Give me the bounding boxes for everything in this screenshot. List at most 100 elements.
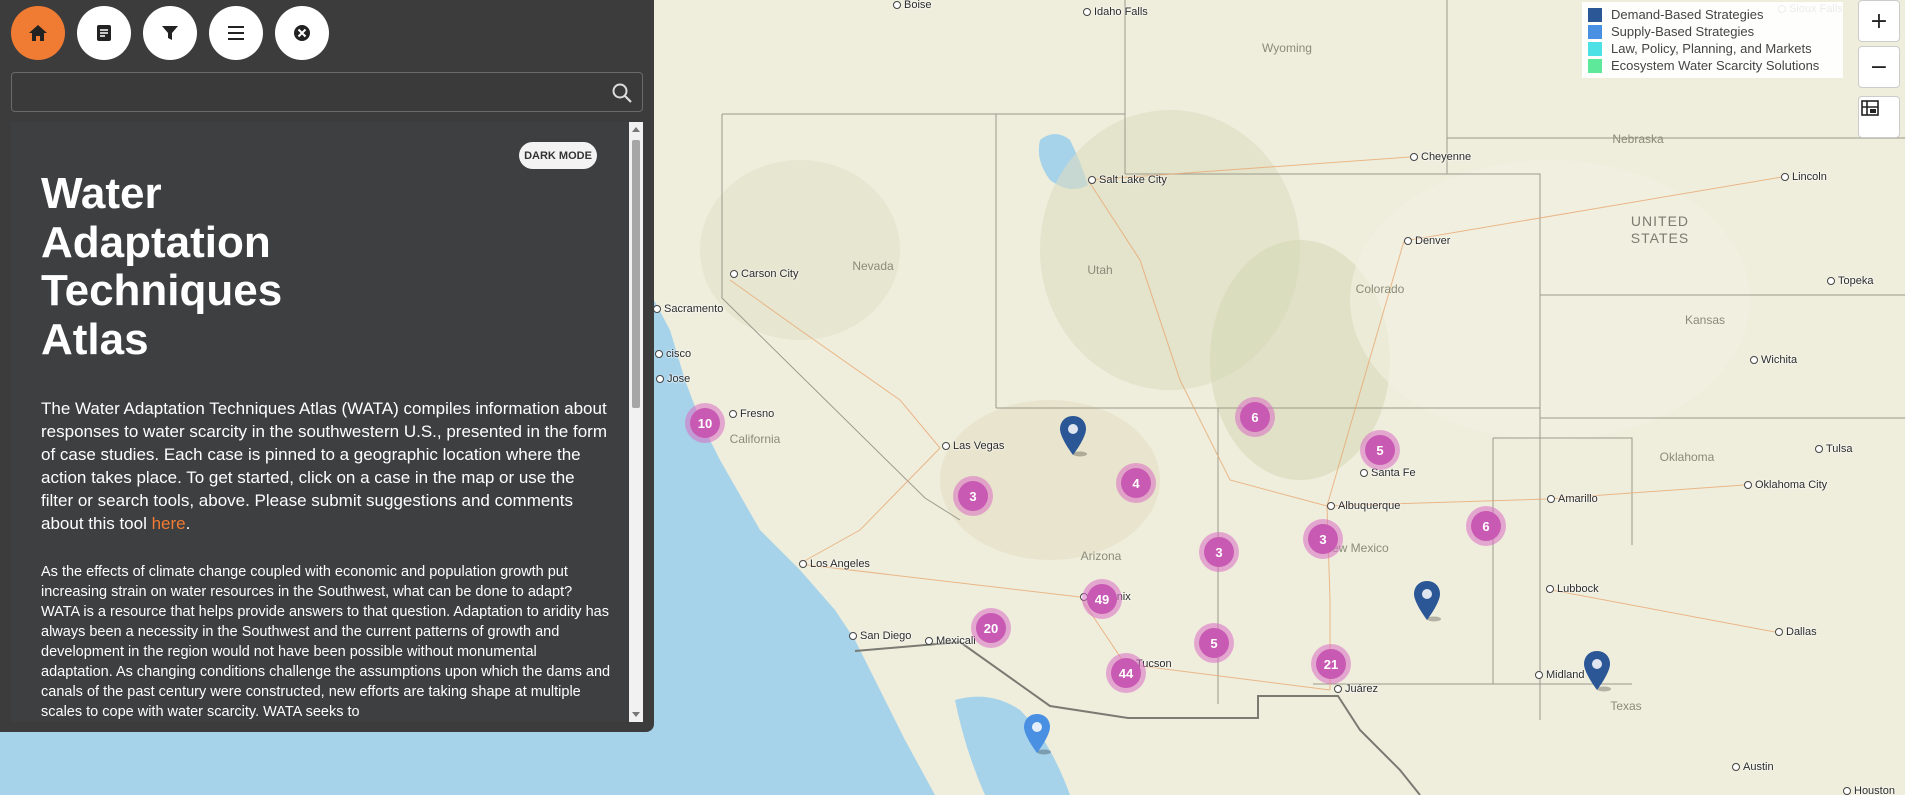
case-cluster[interactable]: 3 bbox=[1204, 537, 1234, 567]
gulf-of-california bbox=[955, 696, 1070, 795]
city-name: Carson City bbox=[741, 268, 799, 280]
city-label: Boise bbox=[893, 0, 932, 11]
city-dot-icon bbox=[942, 442, 950, 451]
case-cluster[interactable]: 5 bbox=[1199, 628, 1229, 658]
legend-swatch bbox=[1588, 41, 1602, 56]
home-button[interactable] bbox=[11, 6, 65, 60]
scroll-up-arrow[interactable] bbox=[632, 127, 640, 132]
city-name: Austin bbox=[1743, 761, 1774, 773]
legend-swatch bbox=[1588, 7, 1602, 22]
basemap-gallery-button[interactable] bbox=[1858, 96, 1900, 138]
filter-button[interactable] bbox=[143, 6, 197, 60]
city-label: Tulsa bbox=[1815, 443, 1853, 455]
legend-item-demand: Demand-Based Strategies bbox=[1588, 6, 1837, 23]
city-name: Amarillo bbox=[1558, 493, 1598, 505]
city-label: Amarillo bbox=[1547, 493, 1598, 505]
legend-item-law-policy: Law, Policy, Planning, and Markets bbox=[1588, 40, 1837, 57]
dark-mode-toggle[interactable]: DARK MODE bbox=[519, 142, 597, 169]
city-name: Denver bbox=[1415, 235, 1451, 247]
city-label: Denver bbox=[1404, 235, 1450, 247]
city-label: Idaho Falls bbox=[1083, 6, 1148, 18]
city-dot-icon bbox=[1535, 671, 1543, 680]
city-label: Lincoln bbox=[1781, 171, 1827, 183]
city-dot-icon bbox=[1083, 8, 1091, 17]
map-pin-icon[interactable] bbox=[1412, 580, 1442, 622]
city-name: Sacramento bbox=[664, 303, 724, 315]
city-dot-icon bbox=[1827, 277, 1835, 286]
case-cluster[interactable]: 5 bbox=[1365, 435, 1395, 465]
city-name: Topeka bbox=[1838, 275, 1874, 287]
case-cluster[interactable]: 20 bbox=[976, 613, 1006, 643]
city-dot-icon bbox=[849, 632, 857, 641]
body-paragraph: As the effects of climate change coupled… bbox=[41, 564, 611, 720]
document-button[interactable] bbox=[77, 6, 131, 60]
city-dot-icon bbox=[1744, 481, 1752, 490]
city-name: Fresno bbox=[740, 408, 775, 420]
case-cluster[interactable]: 3 bbox=[1308, 524, 1338, 554]
city-name: Boise bbox=[904, 0, 932, 11]
home-icon bbox=[29, 25, 47, 41]
city-name: Los Angeles bbox=[810, 558, 870, 570]
city-name: Jose bbox=[667, 373, 691, 385]
case-cluster[interactable]: 6 bbox=[1471, 511, 1501, 541]
zoom-in-button[interactable]: + bbox=[1858, 0, 1900, 42]
city-dot-icon bbox=[799, 560, 807, 569]
legend-swatch bbox=[1588, 24, 1602, 39]
city-name: Las Vegas bbox=[953, 440, 1005, 452]
suggestions-link[interactable]: here bbox=[152, 514, 186, 533]
city-name: Oklahoma City bbox=[1755, 479, 1828, 491]
intro-text: The Water Adaptation Techniques Atlas (W… bbox=[41, 399, 607, 533]
city-dot-icon bbox=[925, 637, 933, 646]
legend-label: Ecosystem Water Scarcity Solutions bbox=[1611, 58, 1820, 73]
region-label: Oklahoma bbox=[1659, 450, 1715, 464]
intro-end: . bbox=[185, 514, 191, 533]
map-pin-icon[interactable] bbox=[1058, 415, 1088, 457]
case-cluster[interactable]: 49 bbox=[1087, 584, 1117, 614]
city-label: cisco bbox=[655, 348, 691, 360]
search-input[interactable] bbox=[20, 79, 604, 107]
city-label: Santa Fe bbox=[1360, 467, 1416, 479]
city-name: Idaho Falls bbox=[1094, 6, 1148, 18]
city-label: Fresno bbox=[729, 408, 774, 420]
close-button[interactable] bbox=[275, 6, 329, 60]
city-name: Midland bbox=[1546, 669, 1585, 681]
case-cluster[interactable]: 44 bbox=[1111, 658, 1141, 688]
search-icon[interactable] bbox=[610, 81, 634, 105]
case-cluster[interactable]: 10 bbox=[690, 408, 720, 438]
filter-icon bbox=[162, 26, 178, 40]
city-dot-icon bbox=[1843, 787, 1851, 795]
basemap-gallery-icon bbox=[1861, 100, 1879, 116]
city-dot-icon bbox=[656, 375, 664, 384]
map-pin-icon[interactable] bbox=[1582, 650, 1612, 692]
city-dot-icon bbox=[1775, 628, 1783, 637]
city-dot-icon bbox=[1410, 153, 1418, 162]
intro-paragraph: The Water Adaptation Techniques Atlas (W… bbox=[41, 397, 611, 535]
city-label: Juárez bbox=[1334, 683, 1378, 695]
city-dot-icon bbox=[1404, 237, 1412, 246]
search-bar bbox=[11, 72, 643, 112]
city-dot-icon bbox=[1334, 685, 1342, 694]
scroll-down-arrow[interactable] bbox=[632, 712, 640, 717]
city-dot-icon bbox=[655, 350, 663, 359]
scroll-thumb[interactable] bbox=[632, 140, 640, 408]
map-pin-icon[interactable] bbox=[1022, 713, 1052, 755]
case-cluster[interactable]: 4 bbox=[1121, 468, 1151, 498]
city-name: Cheyenne bbox=[1421, 151, 1472, 163]
city-label: Cheyenne bbox=[1410, 151, 1471, 163]
city-name: Albuquerque bbox=[1338, 500, 1401, 512]
city-dot-icon bbox=[1815, 445, 1823, 454]
case-cluster[interactable]: 21 bbox=[1316, 649, 1346, 679]
case-cluster[interactable]: 3 bbox=[958, 481, 988, 511]
list-button[interactable] bbox=[209, 6, 263, 60]
legend-label: Law, Policy, Planning, and Markets bbox=[1611, 41, 1812, 56]
panel-scrollbar[interactable] bbox=[629, 122, 643, 722]
city-name: cisco bbox=[666, 348, 692, 360]
city-dot-icon bbox=[893, 1, 901, 10]
city-name: Santa Fe bbox=[1371, 467, 1416, 479]
city-label: Topeka bbox=[1827, 275, 1873, 287]
city-name: Dallas bbox=[1786, 626, 1817, 638]
case-cluster[interactable]: 6 bbox=[1240, 402, 1270, 432]
city-label: Salt Lake City bbox=[1088, 174, 1167, 186]
zoom-out-button[interactable]: − bbox=[1858, 46, 1900, 88]
city-dot-icon bbox=[1750, 356, 1758, 365]
